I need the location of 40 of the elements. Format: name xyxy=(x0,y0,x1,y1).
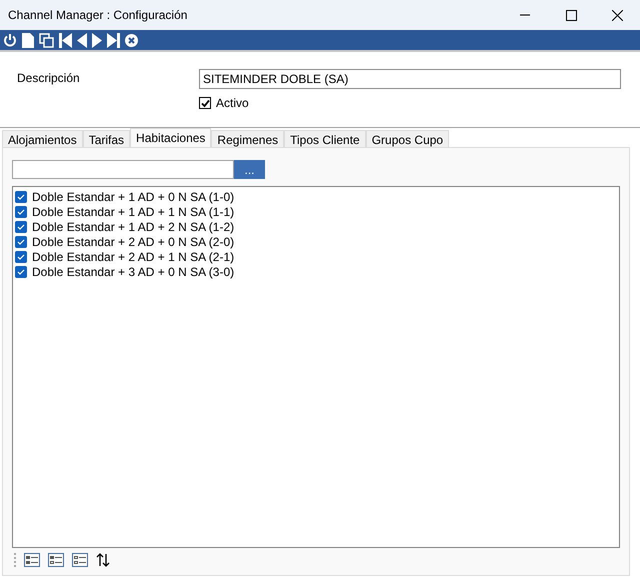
checkbox[interactable] xyxy=(15,206,27,218)
tab[interactable]: Regimenes xyxy=(211,130,284,147)
room-label: Doble Estandar + 2 AD + 1 N SA (2-1) xyxy=(32,248,234,266)
checkmark-icon xyxy=(200,98,210,108)
minimize-icon xyxy=(520,14,530,16)
checkbox[interactable] xyxy=(15,220,27,232)
uncheck-all-icon[interactable] xyxy=(72,553,88,567)
tab[interactable]: Habitaciones xyxy=(130,128,212,147)
window-title: Channel Manager : Configuración xyxy=(7,7,188,24)
active-checkbox[interactable]: Activo xyxy=(199,94,249,112)
search-field[interactable] xyxy=(12,160,234,179)
tab[interactable]: Tipos Cliente xyxy=(284,130,366,147)
first-icon[interactable] xyxy=(59,32,72,48)
tab[interactable]: Alojamientos xyxy=(2,130,83,147)
sort-icon[interactable] xyxy=(96,553,110,567)
browse-button[interactable]: ... xyxy=(234,160,265,179)
room-label: Doble Estandar + 1 AD + 2 N SA (1-2) xyxy=(32,218,234,236)
description-field[interactable]: SITEMINDER DOBLE (SA) xyxy=(199,69,621,89)
checkbox[interactable] xyxy=(15,250,27,262)
check-all-icon[interactable] xyxy=(24,553,40,567)
new-document-icon[interactable] xyxy=(22,32,34,48)
tab[interactable]: Grupos Cupo xyxy=(366,130,450,147)
room-label: Doble Estandar + 1 AD + 0 N SA (1-0) xyxy=(32,188,234,206)
description-label: Descripción xyxy=(17,70,80,87)
maximize-icon xyxy=(566,10,576,20)
close-icon xyxy=(612,10,622,20)
checkbox[interactable] xyxy=(15,266,27,278)
checkbox[interactable] xyxy=(15,236,27,248)
next-icon[interactable] xyxy=(92,32,102,48)
tab[interactable]: Tarifas xyxy=(82,130,130,147)
copy-icon[interactable] xyxy=(39,32,54,48)
previous-icon[interactable] xyxy=(77,32,87,48)
checkbox[interactable] xyxy=(15,190,27,202)
room-label: Doble Estandar + 1 AD + 1 N SA (1-1) xyxy=(32,204,234,220)
room-label: Doble Estandar + 3 AD + 0 N SA (3-0) xyxy=(32,264,234,280)
room-label: Doble Estandar + 2 AD + 0 N SA (2-0) xyxy=(32,234,234,250)
last-icon[interactable] xyxy=(107,32,120,48)
check-some-icon[interactable] xyxy=(48,553,64,567)
power-icon[interactable] xyxy=(3,33,17,47)
cancel-icon[interactable] xyxy=(125,34,138,46)
